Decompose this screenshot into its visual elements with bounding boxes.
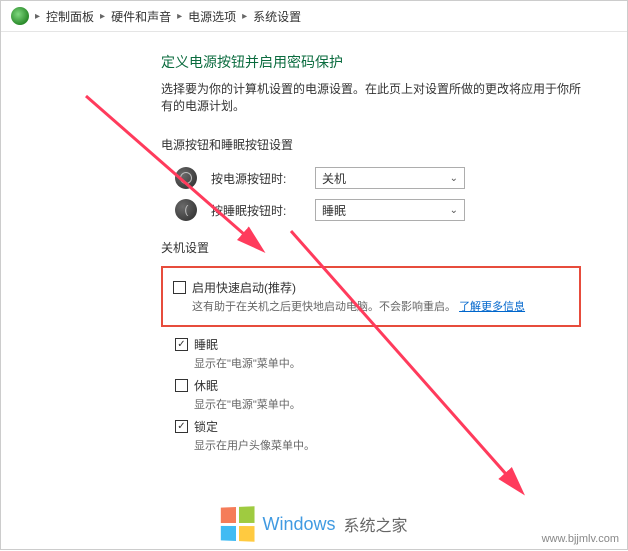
watermark-text-windows: Windows xyxy=(262,514,335,535)
breadcrumb-item[interactable]: 系统设置 xyxy=(253,8,301,25)
learn-more-link[interactable]: 了解更多信息 xyxy=(459,301,525,313)
hibernate-label: 休眠 xyxy=(194,377,301,394)
hibernate-checkbox[interactable] xyxy=(175,379,188,392)
fast-startup-checkbox[interactable] xyxy=(173,281,186,294)
breadcrumb: ▸ 控制面板 ▸ 硬件和声音 ▸ 电源选项 ▸ 系统设置 xyxy=(1,1,627,32)
page-title: 定义电源按钮并启用密码保护 xyxy=(161,52,587,72)
sleep-button-select[interactable]: 睡眠 ⌄ xyxy=(315,199,465,221)
page-subtitle: 选择要为你的计算机设置的电源设置。在此页上对设置所做的更改将应用于你所有的电源计… xyxy=(161,80,587,114)
section-shutdown-label: 关机设置 xyxy=(161,239,587,256)
select-value: 关机 xyxy=(322,170,346,187)
hibernate-row: 休眠 显示在"电源"菜单中。 xyxy=(161,374,587,415)
chevron-right-icon: ▸ xyxy=(242,11,247,22)
breadcrumb-item[interactable]: 控制面板 xyxy=(46,8,94,25)
lock-label: 锁定 xyxy=(194,418,315,435)
power-button-row: 按电源按钮时: 关机 ⌄ xyxy=(161,167,587,189)
sleep-button-row: 按睡眠按钮时: 睡眠 ⌄ xyxy=(161,199,587,221)
chevron-down-icon: ⌄ xyxy=(450,205,458,216)
fast-startup-label: 启用快速启动(推荐) xyxy=(192,279,525,296)
watermark: Windows 系统之家 xyxy=(1,507,627,541)
fast-startup-desc: 这有助于在关机之后更快地启动电脑。不会影响重启。 了解更多信息 xyxy=(192,298,525,314)
power-button-select[interactable]: 关机 ⌄ xyxy=(315,167,465,189)
breadcrumb-item[interactable]: 电源选项 xyxy=(188,8,236,25)
sleep-checkbox[interactable]: ✓ xyxy=(175,338,188,351)
chevron-right-icon: ▸ xyxy=(177,11,182,22)
power-button-label: 按电源按钮时: xyxy=(211,170,301,187)
fast-startup-desc-text: 这有助于在关机之后更快地启动电脑。不会影响重启。 xyxy=(192,301,456,313)
breadcrumb-item[interactable]: 硬件和声音 xyxy=(111,8,171,25)
section-power-buttons-label: 电源按钮和睡眠按钮设置 xyxy=(161,136,587,153)
highlight-annotation: 启用快速启动(推荐) 这有助于在关机之后更快地启动电脑。不会影响重启。 了解更多… xyxy=(161,266,581,327)
fast-startup-row: 启用快速启动(推荐) 这有助于在关机之后更快地启动电脑。不会影响重启。 了解更多… xyxy=(173,276,569,317)
watermark-text-site: 系统之家 xyxy=(344,512,408,536)
sleep-option-row: ✓ 睡眠 显示在"电源"菜单中。 xyxy=(161,333,587,374)
lock-checkbox[interactable]: ✓ xyxy=(175,420,188,433)
chevron-right-icon: ▸ xyxy=(100,11,105,22)
windows-logo-icon xyxy=(221,506,255,541)
hibernate-desc: 显示在"电源"菜单中。 xyxy=(194,396,301,412)
lock-row: ✓ 锁定 显示在用户头像菜单中。 xyxy=(161,415,587,456)
sleep-icon xyxy=(175,199,197,221)
control-panel-icon xyxy=(11,7,29,25)
chevron-right-icon: ▸ xyxy=(35,11,40,22)
power-icon xyxy=(175,167,197,189)
watermark-url: www.bjjmlv.com xyxy=(542,533,619,545)
sleep-button-label: 按睡眠按钮时: xyxy=(211,202,301,219)
sleep-option-label: 睡眠 xyxy=(194,336,301,353)
chevron-down-icon: ⌄ xyxy=(450,173,458,184)
lock-desc: 显示在用户头像菜单中。 xyxy=(194,437,315,453)
select-value: 睡眠 xyxy=(322,202,346,219)
sleep-option-desc: 显示在"电源"菜单中。 xyxy=(194,355,301,371)
content-area: 定义电源按钮并启用密码保护 选择要为你的计算机设置的电源设置。在此页上对设置所做… xyxy=(1,32,627,476)
